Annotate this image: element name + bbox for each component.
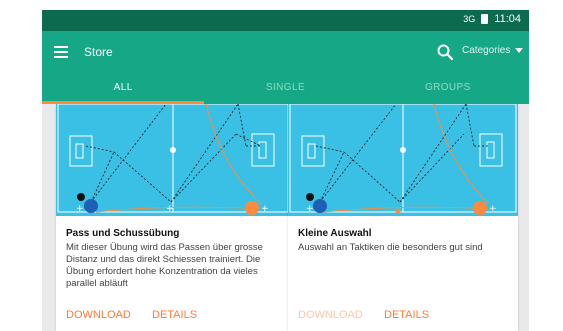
app-screen: 3G 11:04 Store Categories ALL SINGLE GRO… [42, 10, 529, 331]
svg-text:+: + [166, 204, 174, 214]
card-description: Mit dieser Übung wird das Passen über gr… [66, 242, 263, 289]
status-indicators: 3G 11:04 [463, 13, 521, 25]
tab-groups[interactable]: GROUPS [367, 74, 529, 104]
card-title: Pass und Schussübung [66, 228, 180, 239]
tab-all[interactable]: ALL [42, 74, 205, 104]
tactics-board-image: + + + [56, 104, 290, 216]
signal-icon: 3G [463, 14, 476, 24]
details-button[interactable]: DETAILS [384, 309, 429, 321]
store-card[interactable]: + + Kleine Auswahl Auswahl an Taktiken d… [288, 104, 518, 331]
app-bar: Store Categories [42, 31, 529, 74]
svg-text:+: + [489, 204, 497, 214]
svg-text:+: + [261, 204, 269, 214]
categories-label: Categories [462, 45, 511, 56]
svg-text:+: + [306, 204, 314, 214]
page-title: Store [84, 45, 113, 59]
tab-single[interactable]: SINGLE [204, 74, 366, 104]
status-bar: 3G 11:04 [42, 10, 529, 31]
svg-text:+: + [76, 204, 84, 214]
card-title: Kleine Auswahl [298, 228, 372, 239]
download-button[interactable]: DOWNLOAD [66, 309, 131, 321]
battery-icon [481, 14, 489, 24]
status-time: 11:04 [494, 13, 521, 25]
categories-dropdown[interactable]: Categories [462, 45, 524, 56]
details-button[interactable]: DETAILS [152, 309, 197, 321]
menu-icon[interactable] [54, 46, 68, 58]
tactics-board-image: + + [288, 104, 518, 216]
store-card[interactable]: + + + Pass und Schussübung Mit dieser Üb… [56, 104, 290, 331]
search-icon[interactable] [436, 43, 454, 61]
card-description: Auswahl an Taktiken die besonders gut si… [298, 242, 483, 253]
tab-bar: ALL SINGLE GROUPS [42, 74, 529, 104]
caret-down-icon [515, 48, 524, 53]
download-button[interactable]: DOWNLOAD [298, 309, 363, 321]
